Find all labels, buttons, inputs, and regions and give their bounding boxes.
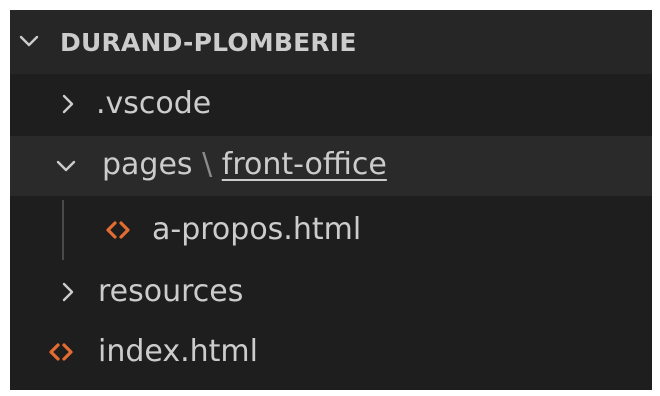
chevron-right-icon[interactable] xyxy=(58,92,78,116)
html-file-icon xyxy=(106,221,130,239)
tree-item-vscode[interactable]: .vscode xyxy=(10,74,652,134)
file-explorer: DURAND-PLOMBERIE .vscode pages \ front-o… xyxy=(10,10,652,390)
chevron-down-icon[interactable] xyxy=(54,156,78,176)
project-name: DURAND-PLOMBERIE xyxy=(60,27,357,57)
tree-item-label: a-propos.html xyxy=(152,212,362,247)
chevron-right-icon[interactable] xyxy=(58,280,78,304)
html-file-icon xyxy=(49,343,73,361)
tree-item-index-html[interactable]: index.html xyxy=(10,322,652,382)
folder-segment-pages[interactable]: pages xyxy=(102,147,193,182)
tree-item-resources[interactable]: resources xyxy=(10,262,652,322)
tree-item-label: resources xyxy=(98,274,244,309)
tree-item-label: index.html xyxy=(98,334,258,369)
explorer-root-header[interactable]: DURAND-PLOMBERIE xyxy=(10,10,652,74)
tree-item-label: .vscode xyxy=(96,86,212,121)
tree-item-pages-front-office[interactable]: pages \ front-office xyxy=(10,136,652,196)
path-separator: \ xyxy=(202,147,213,182)
tree-item-a-propos-html[interactable]: a-propos.html xyxy=(10,200,652,260)
compact-folder-path: pages \ front-office xyxy=(102,147,387,182)
chevron-down-icon[interactable] xyxy=(18,32,40,52)
folder-segment-front-office[interactable]: front-office xyxy=(222,147,387,182)
